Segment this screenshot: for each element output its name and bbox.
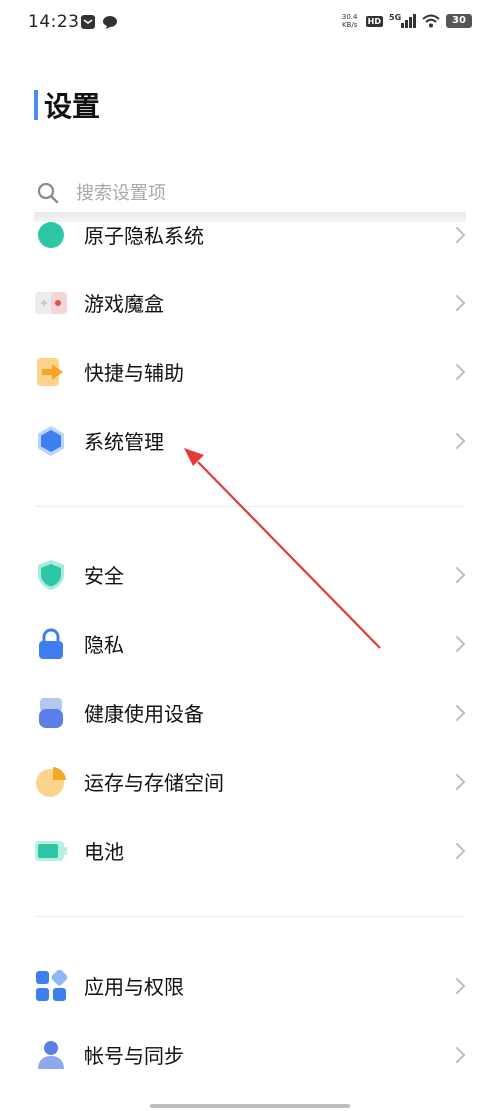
chevron-right-icon (456, 566, 466, 583)
chevron-right-icon (456, 635, 466, 652)
network-speed-value: 30.4 (341, 13, 358, 21)
notification-icons (80, 14, 118, 30)
search-input[interactable] (76, 182, 436, 204)
settings-item-account-sync[interactable]: 帐号与同步 (0, 1020, 500, 1089)
network-speed-unit: KB/s (341, 21, 358, 29)
partial-list-region: 原子隐私系统 (0, 222, 500, 252)
chevron-right-icon (456, 842, 466, 859)
settings-item-label: 运存与存储空间 (84, 771, 224, 795)
cellular-signal-icon: 5G (389, 13, 416, 28)
settings-item-security[interactable]: 安全 (0, 540, 500, 609)
privacy-system-icon (34, 222, 68, 252)
settings-item-shortcuts-accessibility[interactable]: 快捷与辅助 (0, 337, 500, 406)
settings-item-game-box[interactable]: 游戏魔盒 (0, 268, 500, 337)
system-hexagon-icon (34, 424, 68, 458)
settings-item-label: 游戏魔盒 (84, 292, 164, 316)
settings-item-label: 电池 (84, 840, 124, 864)
message-notification-icon (103, 16, 117, 29)
section-divider (36, 916, 464, 917)
hd-badge: HD (365, 15, 383, 27)
account-user-icon (34, 1038, 68, 1072)
wellbeing-person-icon (34, 696, 68, 730)
chevron-right-icon (456, 704, 466, 721)
section-divider (36, 506, 464, 507)
search-shadow (34, 212, 466, 222)
settings-item-privacy[interactable]: 隐私 (0, 609, 500, 678)
status-bar: 14:23 30.4 KB/s HD 5G 30 (0, 0, 500, 46)
settings-item-memory-storage[interactable]: 运存与存储空间 (0, 747, 500, 816)
settings-item-battery[interactable]: 电池 (0, 816, 500, 885)
settings-item-apps-permissions[interactable]: 应用与权限 (0, 951, 500, 1020)
settings-item-label: 安全 (84, 564, 124, 588)
settings-item-label: 隐私 (84, 633, 124, 657)
chevron-right-icon (456, 294, 466, 311)
title-accent-bar (34, 90, 38, 120)
settings-item-system-management[interactable]: 系统管理 (0, 406, 500, 475)
page-title: 设置 (44, 90, 101, 123)
game-box-icon (34, 286, 68, 320)
chevron-right-icon (456, 432, 466, 449)
shortcut-arrow-icon (34, 355, 68, 389)
settings-group-system: 游戏魔盒 快捷与辅助 系统管理 (0, 268, 500, 475)
settings-item-label: 帐号与同步 (84, 1044, 184, 1068)
status-time: 14:23 (28, 12, 80, 32)
mail-notification-icon (81, 15, 95, 29)
network-type: 5G (389, 13, 402, 22)
chevron-right-icon (456, 977, 466, 994)
battery-indicator: 30 (446, 14, 472, 28)
apps-grid-icon (34, 969, 68, 1003)
shield-icon (34, 558, 68, 592)
page-header: 设置 (34, 88, 101, 123)
settings-item-label: 快捷与辅助 (84, 361, 184, 385)
settings-item-label: 原子隐私系统 (84, 224, 204, 248)
chevron-right-icon (456, 363, 466, 380)
search-bar[interactable] (36, 176, 466, 210)
storage-pie-icon (34, 765, 68, 799)
battery-icon (34, 834, 68, 868)
settings-item-label: 系统管理 (84, 430, 164, 454)
settings-item-atom-privacy[interactable]: 原子隐私系统 (0, 222, 500, 252)
status-right-icons: 30.4 KB/s HD 5G 30 (340, 13, 472, 29)
settings-item-label: 应用与权限 (84, 975, 184, 999)
chevron-right-icon (456, 773, 466, 790)
home-indicator[interactable] (150, 1104, 350, 1108)
settings-group-apps: 应用与权限 帐号与同步 (0, 951, 500, 1089)
wifi-icon (422, 14, 440, 28)
chevron-right-icon (456, 1046, 466, 1063)
search-icon (37, 182, 59, 204)
settings-item-label: 健康使用设备 (84, 702, 204, 726)
settings-item-digital-wellbeing[interactable]: 健康使用设备 (0, 678, 500, 747)
chevron-right-icon (456, 226, 466, 243)
settings-group-security: 安全 隐私 健康使用设备 运存与存储空间 电池 (0, 540, 500, 885)
lock-icon (34, 627, 68, 661)
network-speed: 30.4 KB/s (340, 13, 360, 29)
